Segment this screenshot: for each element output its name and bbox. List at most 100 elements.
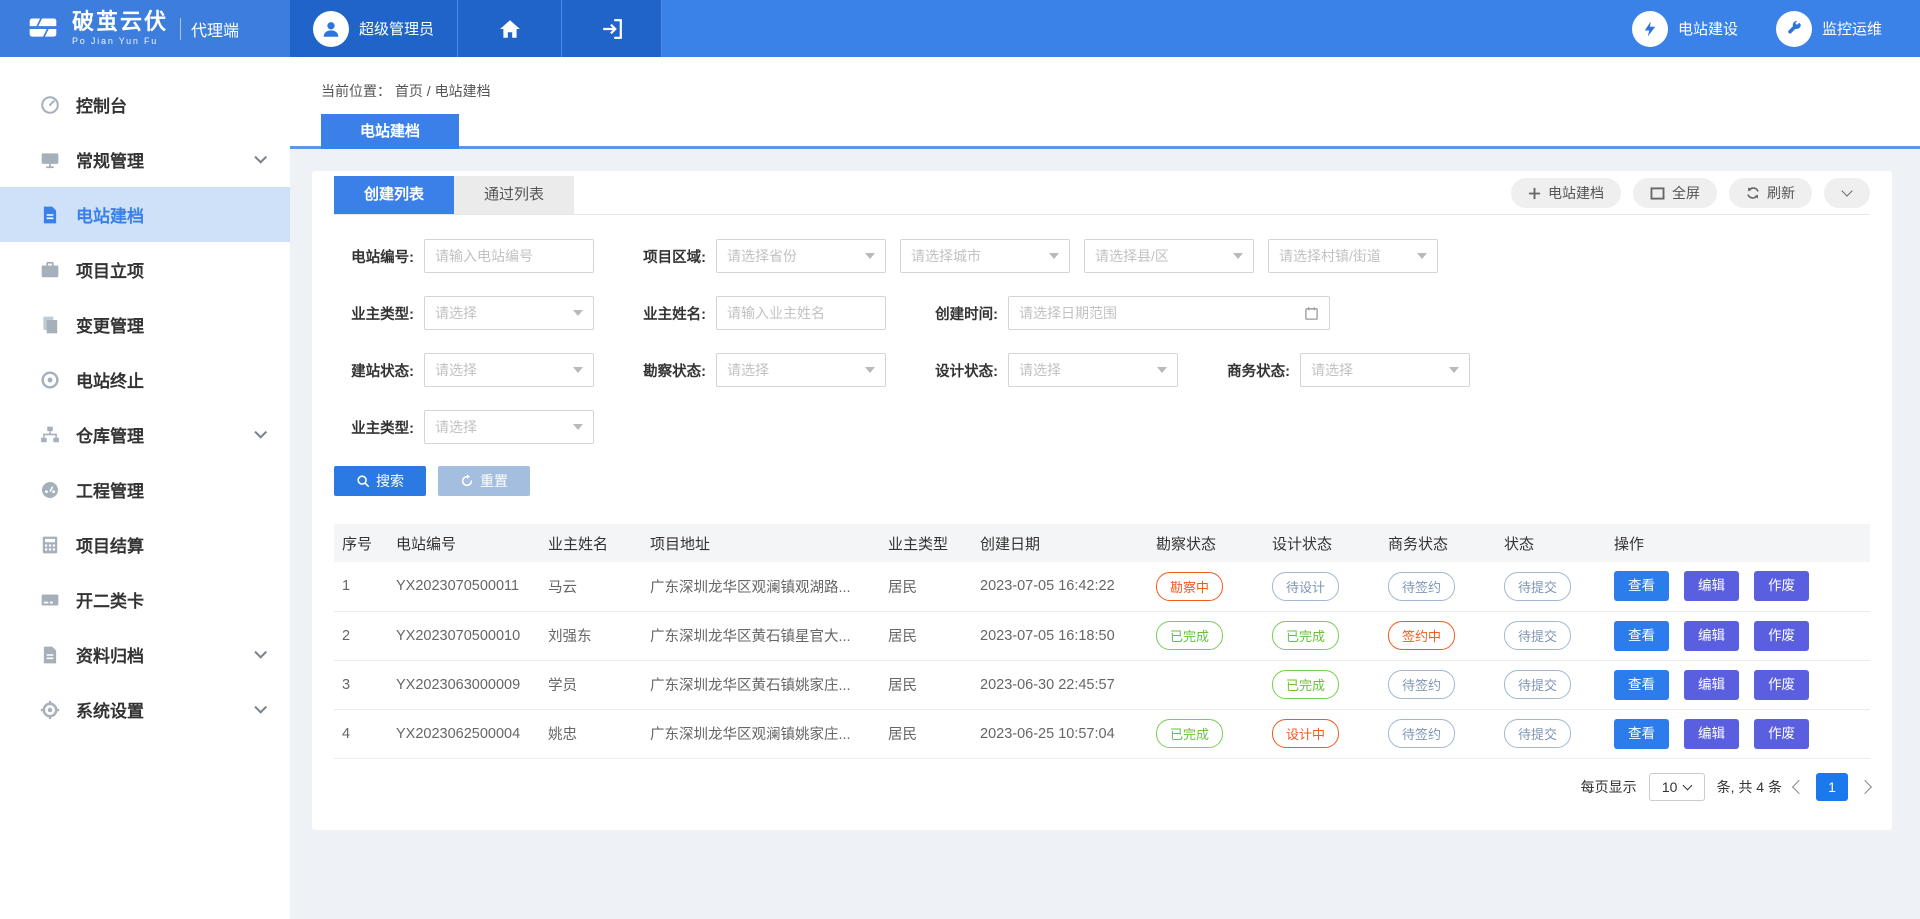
dashboard-icon [40, 95, 60, 115]
search-label: 搜索 [376, 471, 404, 491]
owner-name-input[interactable] [716, 296, 886, 330]
sidebar-item-general-management[interactable]: 常规管理 [0, 132, 290, 187]
sidebar-item-station-filing[interactable]: 电站建档 [0, 187, 290, 242]
col-header-address: 项目地址 [642, 524, 880, 562]
user-menu[interactable]: 超级管理员 [290, 0, 458, 57]
town-select[interactable]: 请选择村镇/街道 [1268, 239, 1438, 273]
dropdown-caret-icon [1449, 367, 1459, 373]
survey-status-select[interactable]: 请选择 [716, 353, 886, 387]
sidebar-item-change-management[interactable]: 变更管理 [0, 297, 290, 352]
edit-button[interactable]: 编辑 [1684, 670, 1739, 700]
shortcut-monitor-ops[interactable]: 监控运维 [1776, 0, 1882, 57]
cell-owner: 刘强东 [540, 611, 642, 660]
page-tab-station-filing[interactable]: 电站建档 [321, 114, 459, 149]
invalidate-button[interactable]: 作废 [1754, 571, 1809, 601]
sidebar-item-label: 电站终止 [76, 367, 144, 392]
reset-button[interactable]: 重置 [438, 466, 530, 496]
invalidate-button[interactable]: 作废 [1754, 670, 1809, 700]
business-status-label: 商务状态: [1210, 360, 1300, 381]
logout-icon [601, 19, 623, 39]
sidebar-item-system-settings[interactable]: 系统设置 [0, 682, 290, 737]
top-bar: 破茧云伏 Po Jian Yun Fu 代理端 超级管理员 [0, 0, 1920, 57]
wrench-icon [1785, 20, 1803, 38]
edit-button[interactable]: 编辑 [1684, 719, 1739, 749]
invalidate-button[interactable]: 作废 [1754, 719, 1809, 749]
chevron-down-icon [1841, 185, 1852, 196]
business-status-select[interactable]: 请选择 [1300, 353, 1470, 387]
province-select[interactable]: 请选择省份 [716, 239, 886, 273]
sidebar-item-console[interactable]: 控制台 [0, 77, 290, 132]
filter-row-1: 电站编号: 项目区域: 请选择省份 请选择城市 [334, 239, 1870, 273]
logo-block: 破茧云伏 Po Jian Yun Fu 代理端 [0, 0, 290, 57]
survey-status-placeholder: 请选择 [727, 360, 769, 380]
home-button[interactable] [458, 0, 562, 57]
design-status-placeholder: 请选择 [1019, 360, 1061, 380]
page-number-1[interactable]: 1 [1816, 773, 1848, 801]
edit-button[interactable]: 编辑 [1684, 621, 1739, 651]
dropdown-caret-icon [1417, 253, 1427, 259]
dropdown-caret-icon [573, 424, 583, 430]
edit-button[interactable]: 编辑 [1684, 571, 1739, 601]
shortcut-station-build[interactable]: 电站建设 [1632, 0, 1738, 57]
filter-row-2: 业主类型: 请选择 业主姓名: 创建时间: 请选择日期范 [334, 296, 1870, 330]
view-button[interactable]: 查看 [1614, 621, 1669, 651]
view-button[interactable]: 查看 [1614, 719, 1669, 749]
table-row: 2 YX2023070500010 刘强东 广东深圳龙华区黄石镇星官大... 居… [334, 611, 1870, 660]
total-count-label: 条, 共 4 条 [1717, 777, 1782, 797]
pagination: 每页显示 10 条, 共 4 条 1 [334, 773, 1870, 801]
chevron-down-icon [254, 150, 267, 163]
sidebar-item-warehouse-management[interactable]: 仓库管理 [0, 407, 290, 462]
county-select[interactable]: 请选择县/区 [1084, 239, 1254, 273]
table-header-row: 序号 电站编号 业主姓名 项目地址 业主类型 创建日期 勘察状态 设计状态 商务… [334, 524, 1870, 562]
sidebar-item-station-termination[interactable]: 电站终止 [0, 352, 290, 407]
search-button[interactable]: 搜索 [334, 466, 426, 496]
add-station-button[interactable]: 电站建档 [1511, 178, 1621, 208]
sidebar-item-project-initiation[interactable]: 项目立项 [0, 242, 290, 297]
refresh-button[interactable]: 刷新 [1729, 178, 1812, 208]
cell-no: 1 [334, 562, 388, 611]
refresh-label: 刷新 [1767, 183, 1795, 203]
dropdown-caret-icon [1049, 253, 1059, 259]
breadcrumb-home[interactable]: 首页 [395, 83, 423, 99]
build-status-select[interactable]: 请选择 [424, 353, 594, 387]
cell-survey-empty [1148, 660, 1264, 709]
next-page-icon[interactable] [1858, 779, 1872, 793]
design-status-select[interactable]: 请选择 [1008, 353, 1178, 387]
owner-type2-select[interactable]: 请选择 [424, 410, 594, 444]
tab-create-list[interactable]: 创建列表 [334, 176, 454, 214]
design-status-label: 设计状态: [918, 360, 1008, 381]
invalidate-button[interactable]: 作废 [1754, 621, 1809, 651]
view-button[interactable]: 查看 [1614, 670, 1669, 700]
dropdown-caret-icon [573, 367, 583, 373]
breadcrumb-separator: / [427, 83, 431, 99]
fullscreen-button[interactable]: 全屏 [1633, 178, 1717, 208]
cell-owner: 姚忠 [540, 709, 642, 758]
sidebar-item-label: 常规管理 [76, 147, 144, 172]
target-icon [40, 370, 60, 390]
owner-type-placeholder: 请选择 [435, 303, 477, 323]
date-range-input[interactable]: 请选择日期范围 [1008, 296, 1330, 330]
city-select[interactable]: 请选择城市 [900, 239, 1070, 273]
business-status-badge: 待签约 [1388, 719, 1455, 748]
view-button[interactable]: 查看 [1614, 571, 1669, 601]
filter-create-time: 创建时间: 请选择日期范围 [918, 296, 1330, 330]
prev-page-icon[interactable] [1792, 779, 1806, 793]
sidebar-item-label: 工程管理 [76, 477, 144, 502]
archive-file-icon [40, 645, 60, 665]
sidebar-item-data-archive[interactable]: 资料归档 [0, 627, 290, 682]
filter-form: 电站编号: 项目区域: 请选择省份 请选择城市 [334, 215, 1870, 444]
add-station-label: 电站建档 [1548, 183, 1604, 203]
sidebar-item-engineering-management[interactable]: 工程管理 [0, 462, 290, 517]
station-code-input[interactable] [424, 239, 594, 273]
owner-type-select[interactable]: 请选择 [424, 296, 594, 330]
col-header-actions: 操作 [1606, 524, 1870, 562]
user-icon [320, 18, 342, 40]
design-status-badge: 已完成 [1272, 621, 1339, 650]
sidebar-item-second-class-card[interactable]: 开二类卡 [0, 572, 290, 627]
per-page-select[interactable]: 10 [1649, 773, 1705, 801]
collapse-toolbar-button[interactable] [1824, 178, 1870, 208]
tab-passed-list[interactable]: 通过列表 [454, 176, 574, 214]
fullscreen-icon [1650, 187, 1665, 200]
sidebar-item-project-settlement[interactable]: 项目结算 [0, 517, 290, 572]
logout-button[interactable] [562, 0, 662, 57]
